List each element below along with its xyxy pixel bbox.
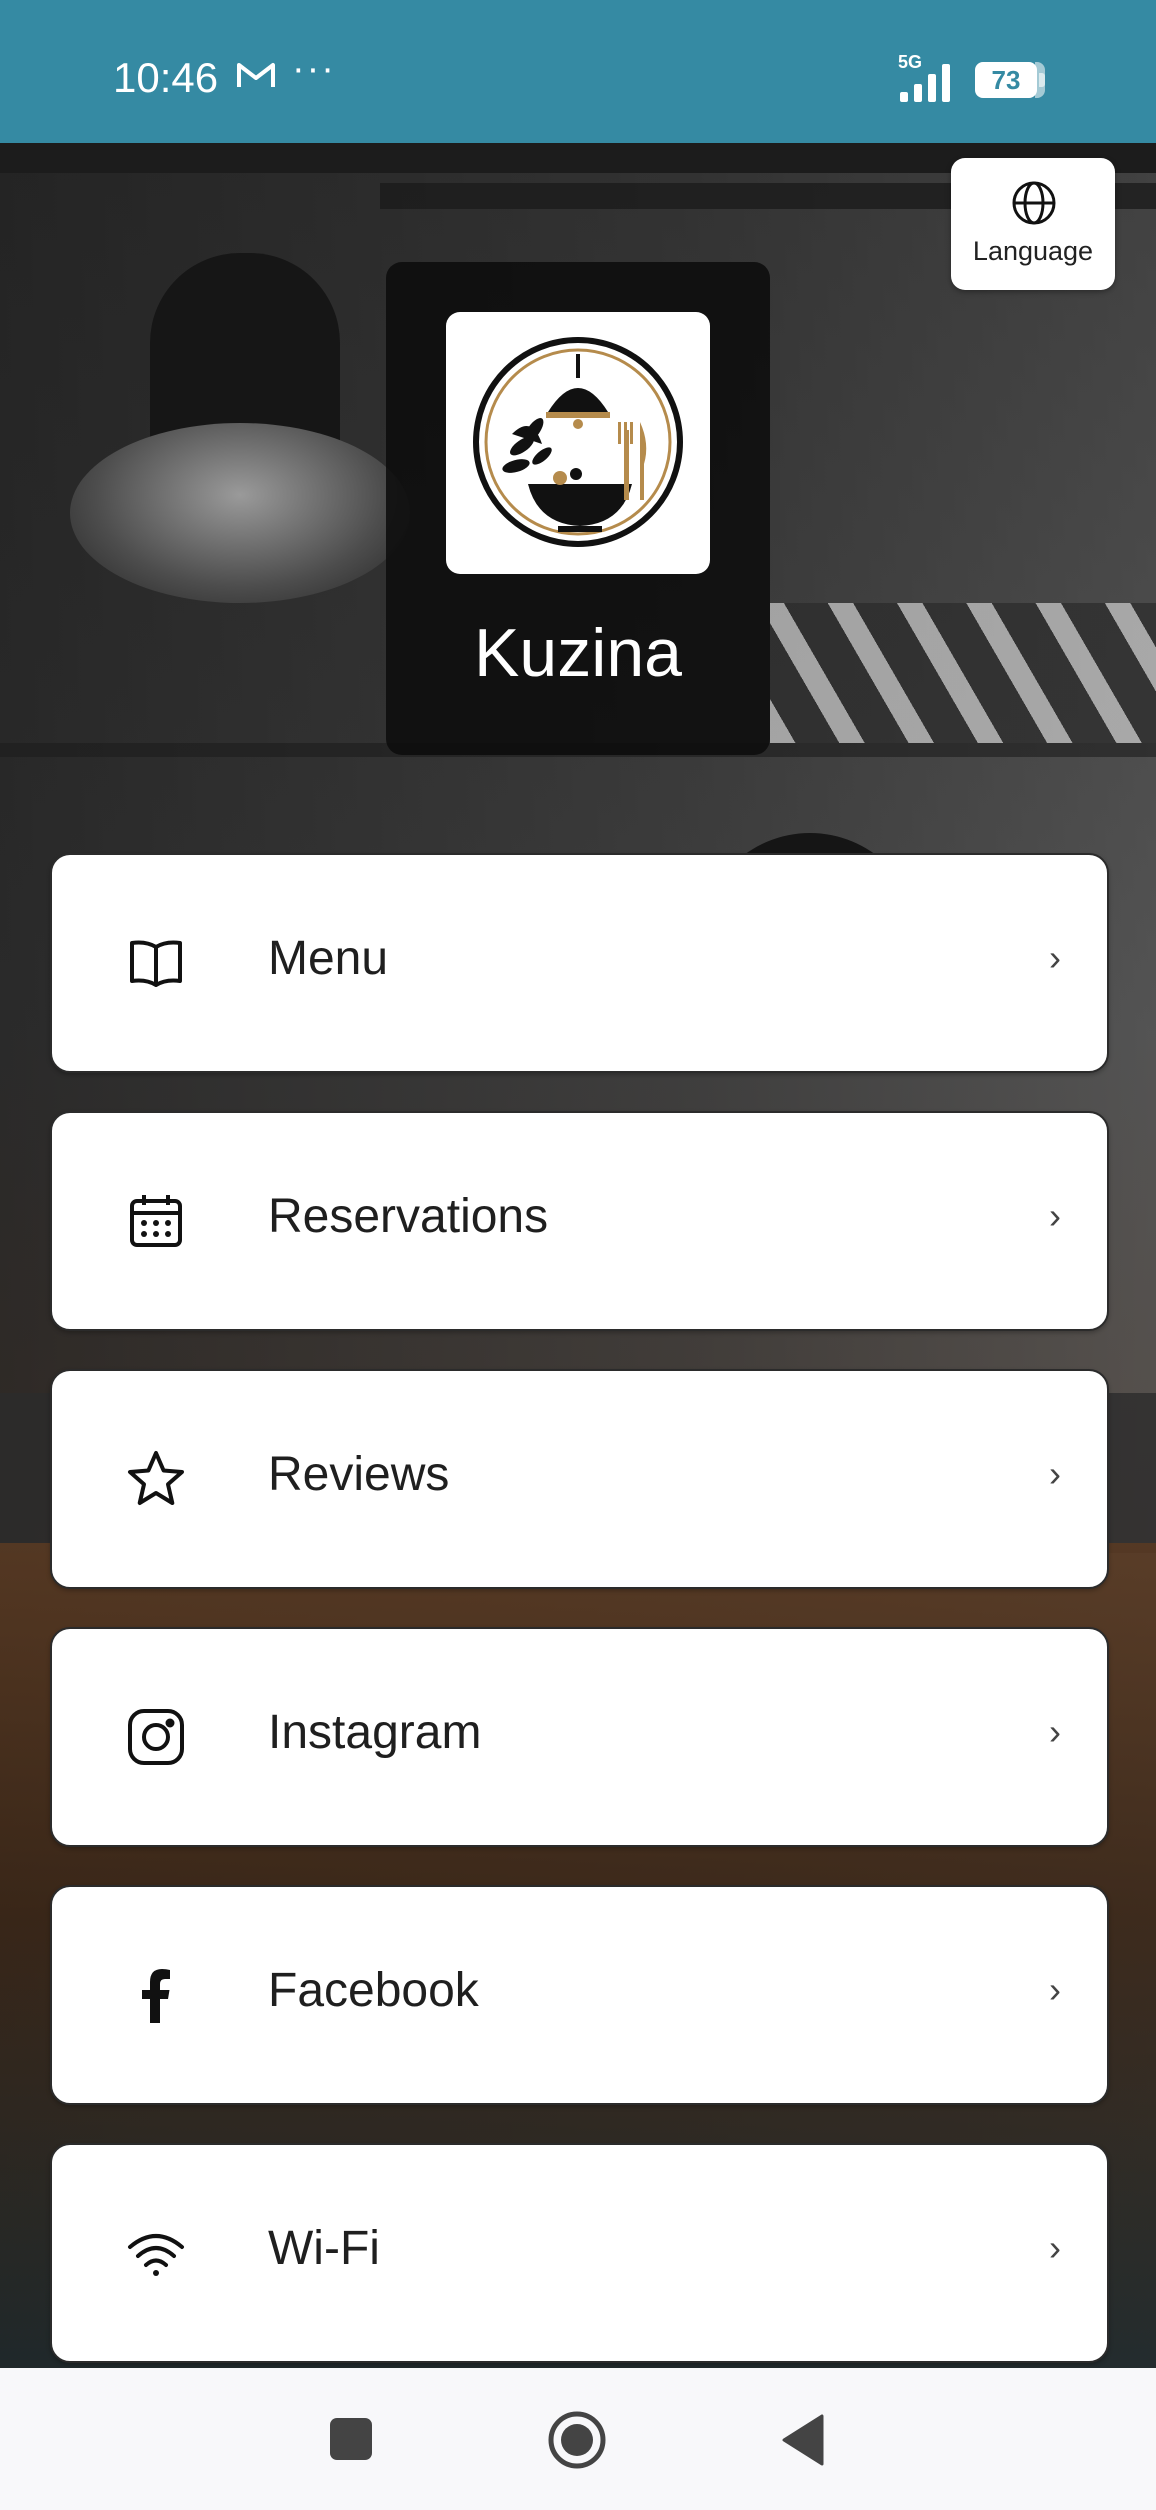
globe-icon <box>1011 180 1057 231</box>
lamp-shade <box>70 423 410 603</box>
brand-card: Kuzina <box>386 262 770 755</box>
gmail-icon <box>236 60 276 95</box>
chevron-right-icon: › <box>1049 1453 1061 1494</box>
link-label: Menu <box>268 932 389 985</box>
star-icon <box>126 1449 186 1509</box>
reservations-button[interactable]: Reservations › <box>50 1111 1109 1331</box>
link-label: Facebook <box>268 1964 479 2017</box>
book-icon <box>126 933 186 993</box>
recents-button[interactable] <box>328 2416 374 2467</box>
language-button[interactable]: Language <box>951 158 1115 290</box>
instagram-button[interactable]: Instagram › <box>50 1627 1109 1847</box>
language-label: Language <box>972 236 1094 266</box>
back-button[interactable] <box>780 2414 826 2471</box>
link-label: Wi-Fi <box>268 2222 380 2275</box>
calendar-icon <box>126 1191 186 1251</box>
signal-icon <box>898 60 960 109</box>
restaurant-logo-icon <box>473 337 683 547</box>
reviews-button[interactable]: Reviews › <box>50 1369 1109 1589</box>
status-time: 10:46 <box>113 54 219 101</box>
link-label: Instagram <box>268 1706 482 1759</box>
chevron-right-icon: › <box>1049 1195 1061 1236</box>
battery-icon: 73 <box>975 62 1045 98</box>
home-button[interactable] <box>547 2410 607 2475</box>
chevron-right-icon: › <box>1049 1969 1061 2010</box>
chevron-right-icon: › <box>1049 1711 1061 1752</box>
navigation-bar <box>0 2368 1156 2510</box>
restaurant-logo <box>446 312 710 574</box>
menu-button[interactable]: Menu › <box>50 853 1109 1073</box>
battery-empty-part <box>1035 62 1045 98</box>
facebook-button[interactable]: Facebook › <box>50 1885 1109 2105</box>
link-label: Reservations <box>268 1190 549 1243</box>
facebook-icon <box>126 1965 186 2025</box>
more-dots-icon: ··· <box>292 48 336 90</box>
chevron-right-icon: › <box>1049 937 1061 978</box>
status-bar: 10:46 ··· 5G 73 <box>0 0 1156 143</box>
chevron-right-icon: › <box>1049 2227 1061 2268</box>
instagram-icon <box>126 1707 186 1767</box>
wall-pattern <box>770 603 1156 743</box>
link-label: Reviews <box>268 1448 450 1501</box>
wifi-icon <box>126 2223 186 2283</box>
wifi-button[interactable]: Wi-Fi › <box>50 2143 1109 2363</box>
brand-name: Kuzina <box>474 615 682 691</box>
